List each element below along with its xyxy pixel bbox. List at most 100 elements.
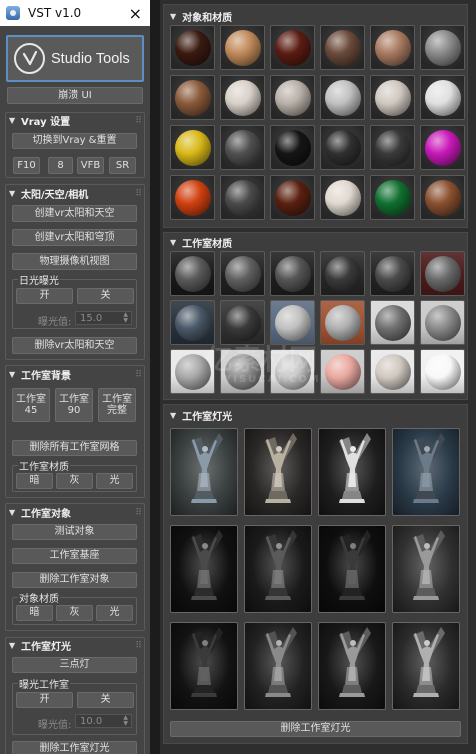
close-icon[interactable]: × bbox=[129, 4, 142, 23]
studio-material-swatch[interactable] bbox=[270, 251, 315, 296]
delete-sun-sky-button[interactable]: 删除vr太阳和天空 bbox=[12, 337, 137, 354]
light-preview[interactable] bbox=[244, 525, 312, 613]
light-preview[interactable] bbox=[170, 525, 238, 613]
sun-section-header[interactable]: ▼ 太阳/天空/相机 ⠿ bbox=[5, 186, 145, 202]
delete-studio-object-button[interactable]: 删除工作室对象 bbox=[12, 572, 137, 588]
studio-bg-section-header[interactable]: ▼ 工作室背景 ⠿ bbox=[5, 367, 145, 383]
physical-camera-view-button[interactable]: 物理摄像机视图 bbox=[12, 253, 137, 270]
switch-to-vray-button[interactable]: 切换到Vray &重置 bbox=[12, 133, 137, 149]
light-preview[interactable] bbox=[392, 622, 460, 710]
studio-material-swatch[interactable] bbox=[170, 349, 215, 394]
studio-pedestal-button[interactable]: 工作室基座 bbox=[12, 548, 137, 564]
daylight-off-button[interactable]: 关 bbox=[77, 288, 134, 304]
create-sun-dome-button[interactable]: 创建vr太阳和穹顶 bbox=[12, 229, 137, 246]
studio-obj-section-header[interactable]: ▼ 工作室对象 ⠿ bbox=[5, 505, 145, 521]
object-dark-button[interactable]: 暗 bbox=[16, 605, 53, 621]
studio-material-swatch[interactable] bbox=[420, 300, 465, 345]
studio-90-button[interactable]: 工作室 90 bbox=[55, 388, 93, 422]
studio-material-swatch[interactable] bbox=[420, 349, 465, 394]
studio-material-swatch[interactable] bbox=[320, 251, 365, 296]
test-object-button[interactable]: 测试对象 bbox=[12, 524, 137, 540]
studio-exposure-off-button[interactable]: 关 bbox=[77, 692, 134, 708]
studio-material-swatch[interactable] bbox=[270, 300, 315, 345]
light-preview[interactable] bbox=[244, 428, 312, 516]
daylight-exposure-spinner[interactable]: 15.0 ▲ ▼ bbox=[75, 311, 132, 325]
material-swatch[interactable] bbox=[170, 25, 215, 70]
material-swatch[interactable] bbox=[370, 175, 415, 220]
material-swatch[interactable] bbox=[220, 175, 265, 220]
material-swatch[interactable] bbox=[170, 175, 215, 220]
studio-material-swatch[interactable] bbox=[320, 300, 365, 345]
studio-material-swatch[interactable] bbox=[220, 300, 265, 345]
object-gray-button[interactable]: 灰 bbox=[56, 605, 93, 621]
material-swatch[interactable] bbox=[170, 125, 215, 170]
material-swatch[interactable] bbox=[220, 125, 265, 170]
material-swatch[interactable] bbox=[270, 25, 315, 70]
vray-section-header[interactable]: ▼ Vray 设置 ⠿ bbox=[5, 113, 145, 129]
sphere-preview bbox=[224, 304, 261, 341]
studio-material-swatch[interactable] bbox=[220, 251, 265, 296]
light-preview[interactable] bbox=[392, 525, 460, 613]
studio-45-button[interactable]: 工作室 45 bbox=[12, 388, 50, 422]
light-preview[interactable] bbox=[170, 428, 238, 516]
material-swatch[interactable] bbox=[420, 75, 465, 120]
studio-light-button[interactable]: 光 bbox=[96, 473, 133, 489]
studio-material-swatch[interactable] bbox=[170, 251, 215, 296]
create-sun-sky-button[interactable]: 创建vr太阳和天空 bbox=[12, 205, 137, 222]
spinner-arrows-icon[interactable]: ▲ ▼ bbox=[123, 312, 128, 324]
material-swatch[interactable] bbox=[220, 25, 265, 70]
material-swatch[interactable] bbox=[420, 125, 465, 170]
light-preview[interactable] bbox=[318, 525, 386, 613]
material-swatch[interactable] bbox=[270, 75, 315, 120]
sr-button[interactable]: SR bbox=[109, 157, 136, 174]
daylight-on-button[interactable]: 开 bbox=[16, 288, 73, 304]
material-swatch[interactable] bbox=[420, 25, 465, 70]
studio-gray-button[interactable]: 灰 bbox=[56, 473, 93, 489]
material-swatch[interactable] bbox=[420, 175, 465, 220]
studio-material-swatch[interactable] bbox=[170, 300, 215, 345]
crash-ui-button[interactable]: 崩溃 UI bbox=[7, 87, 143, 104]
material-swatch[interactable] bbox=[370, 75, 415, 120]
studio-material-swatch[interactable] bbox=[270, 349, 315, 394]
studio-material-swatch[interactable] bbox=[320, 349, 365, 394]
studio-material-swatch[interactable] bbox=[420, 251, 465, 296]
studio-dark-button[interactable]: 暗 bbox=[16, 473, 53, 489]
object-light-button[interactable]: 光 bbox=[96, 605, 133, 621]
f10-button[interactable]: F10 bbox=[13, 157, 40, 174]
material-swatch[interactable] bbox=[270, 125, 315, 170]
delete-studio-lights-button[interactable]: 删除工作室灯光 bbox=[12, 741, 137, 754]
studio-material-swatch[interactable] bbox=[220, 349, 265, 394]
material-swatch[interactable] bbox=[220, 75, 265, 120]
material-swatch[interactable] bbox=[320, 25, 365, 70]
vfb-button[interactable]: VFB bbox=[77, 157, 104, 174]
studio-exposure-spinner[interactable]: 10.0 ▲ ▼ bbox=[75, 714, 132, 728]
material-swatch[interactable] bbox=[370, 125, 415, 170]
spinner-arrows-icon[interactable]: ▲ ▼ bbox=[123, 715, 128, 727]
studio-material-swatch[interactable] bbox=[370, 349, 415, 394]
objects-materials-header[interactable]: ▼ 对象和材质 bbox=[170, 9, 232, 24]
material-swatch[interactable] bbox=[170, 75, 215, 120]
studio-material-swatch[interactable] bbox=[370, 300, 415, 345]
three-point-light-button[interactable]: 三点灯 bbox=[12, 657, 137, 673]
material-swatch[interactable] bbox=[320, 75, 365, 120]
delete-studio-lights-preview-button[interactable]: 删除工作室灯光 bbox=[170, 721, 461, 737]
studio-material-swatch[interactable] bbox=[370, 251, 415, 296]
light-preview[interactable] bbox=[244, 622, 312, 710]
light-preview[interactable] bbox=[170, 622, 238, 710]
delete-studio-mesh-button[interactable]: 删除所有工作室网格 bbox=[12, 440, 137, 456]
studio-exposure-on-button[interactable]: 开 bbox=[16, 692, 73, 708]
studio-materials-header[interactable]: ▼ 工作室材质 bbox=[170, 235, 232, 250]
light-preview[interactable] bbox=[318, 428, 386, 516]
key-8-button[interactable]: 8 bbox=[48, 157, 73, 174]
material-swatch[interactable] bbox=[270, 175, 315, 220]
material-swatch[interactable] bbox=[370, 25, 415, 70]
studio-tools-logo-button[interactable]: Studio Tools bbox=[6, 35, 144, 82]
light-preview[interactable] bbox=[318, 622, 386, 710]
studio-full-button[interactable]: 工作室 完整 bbox=[98, 388, 136, 422]
panel-divider[interactable] bbox=[150, 0, 160, 754]
light-preview[interactable] bbox=[392, 428, 460, 516]
studio-lights-header[interactable]: ▼ 工作室灯光 bbox=[170, 408, 232, 423]
material-swatch[interactable] bbox=[320, 125, 365, 170]
material-swatch[interactable] bbox=[320, 175, 365, 220]
studio-light-section-header[interactable]: ▼ 工作室灯光 ⠿ bbox=[5, 638, 145, 654]
